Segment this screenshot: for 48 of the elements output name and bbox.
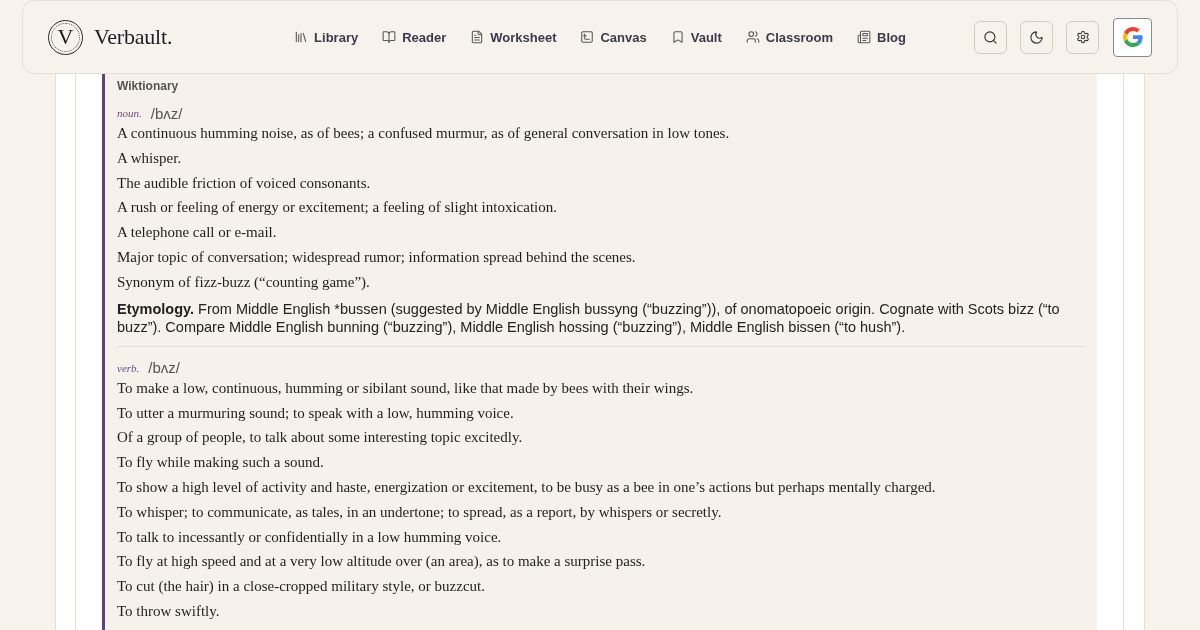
- nav-link[interactable]: Library: [294, 29, 359, 45]
- definition-text: A continuous humming noise, as of bees; a confused murmur, as of general conversation in low tones.: [117, 124, 731, 143]
- document-icon: [470, 30, 485, 44]
- pronunciation-text: /bʌz/: [150, 104, 183, 122]
- pronunciation-text: /bʌz/: [148, 359, 180, 377]
- definition-text: To talk to incessantly or confidentially in a low humming voice.: [117, 527, 503, 547]
- definition-text: To throw swiftly.: [117, 601, 221, 621]
- books-icon: [294, 30, 309, 44]
- source-label: Wiktionary: [117, 78, 180, 94]
- settings-button[interactable]: [1066, 20, 1099, 54]
- nav-link[interactable]: Worksheet: [470, 29, 557, 45]
- definition-text: A rush or feeling of energy or excitement; a feeling of slight intoxication.: [117, 198, 559, 218]
- definition-text: To cut (the hair) in a close-cropped military style, or buzzcut.: [117, 577, 486, 597]
- open-book-icon: [382, 30, 397, 44]
- google-logo-icon: [1122, 27, 1143, 47]
- definition-text: Of a group of people, to talk about some interesting topic excitedly.: [117, 428, 524, 448]
- search-button[interactable]: [974, 20, 1007, 54]
- theme-toggle-button[interactable]: [1020, 20, 1053, 54]
- moon-icon: [1029, 29, 1044, 45]
- definition-text: A telephone call or e-mail.: [117, 223, 278, 243]
- definition-text: The audible friction of voiced consonants.: [117, 173, 372, 193]
- definition-text: To whisper; to communicate, as tales, in an undertone; to spread, as a report, by whispers or secretly.: [117, 502, 723, 522]
- part-of-speech-label: verb.: [117, 361, 140, 374]
- nav-link[interactable]: Reader: [382, 29, 447, 45]
- logo-badge[interactable]: V: [48, 19, 83, 55]
- part-of-speech-label: noun.: [117, 107, 142, 119]
- definition-text: Major topic of conversation; widespread rumor; information spread behind the scenes.: [117, 248, 637, 267]
- definition-text: To show a high level of activity and haste, energization or excitement, to be busy as a bee in one’s actions but perhaps mentally charged.: [117, 477, 937, 497]
- square-curve-icon: [580, 30, 595, 44]
- google-sign-in-button[interactable]: [1113, 17, 1152, 57]
- definition-text: To make a low, continuous, humming or sibilant sound, like that made by bees with their wings.: [117, 378, 695, 398]
- nav-link[interactable]: Classroom: [745, 29, 833, 45]
- definition-text: A whisper.: [117, 148, 183, 168]
- people-icon: [745, 30, 760, 44]
- definition-text: To utter a murmuring sound; to speak with a low, humming voice.: [117, 403, 515, 423]
- logo-letter: V: [57, 26, 74, 48]
- definition-text: To fly while making such a sound.: [117, 453, 325, 473]
- definition-text: To fly at high speed and at a very low altitude over (an area), as to make a surprise pass.: [117, 552, 647, 572]
- etymology-text: Etymology. From Middle English *bussen (suggested by Middle English bussyng (“buzzing”)), of onomatopoeic origin. Cognate with Scots bizz (“to buzz”). Compare Middle English bunning (“buzzing”), Middle English hossing (“buzzing”), Middle English bissen (“to hush”).: [117, 299, 1061, 336]
- brand-name[interactable]: Verbault.: [94, 24, 173, 50]
- definition-text: Synonym of fizz-buzz (“counting game”).: [117, 272, 371, 292]
- nav-link[interactable]: Blog: [857, 29, 906, 45]
- search-icon: [983, 29, 998, 45]
- settings-icon: [1075, 30, 1090, 44]
- bookmark-icon: [670, 30, 685, 44]
- nav-link[interactable]: Vault: [670, 29, 722, 45]
- nav-link[interactable]: Canvas: [580, 29, 647, 45]
- newspaper-icon: [857, 30, 871, 44]
